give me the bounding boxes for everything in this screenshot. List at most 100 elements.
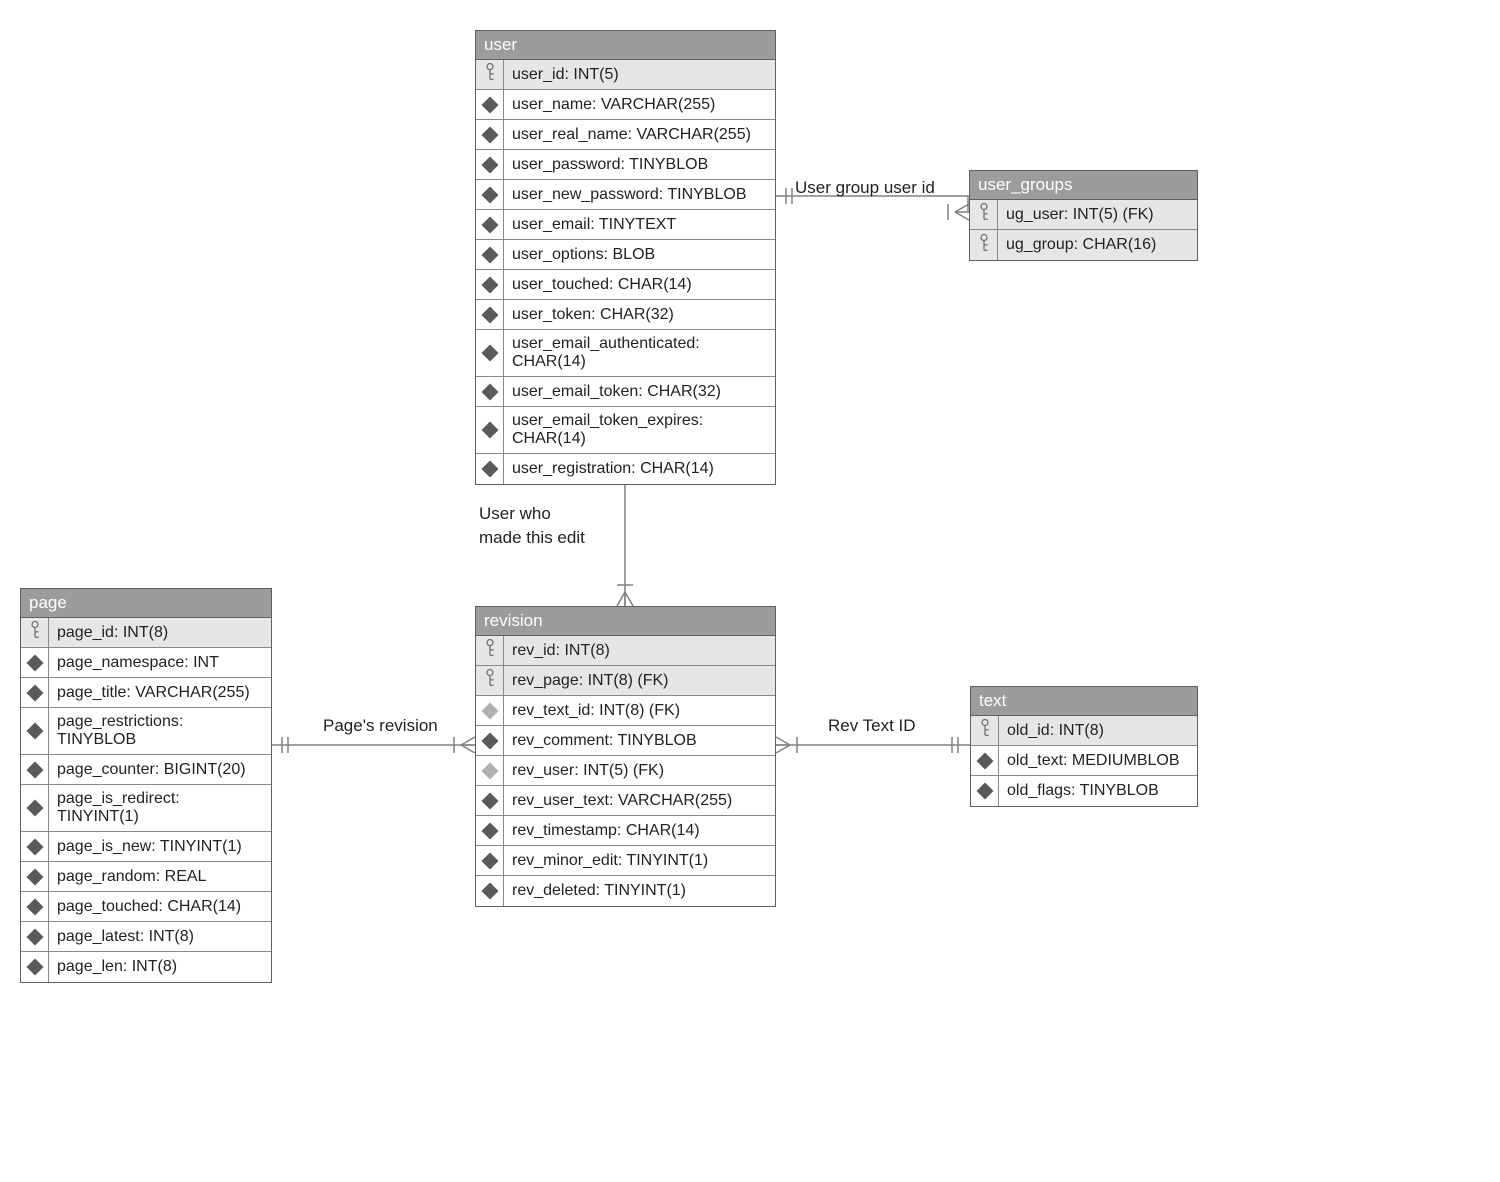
field-row: rev_comment: TINYBLOB [476,726,775,756]
entity-revision-header: revision [476,607,775,636]
diamond-icon [26,838,43,855]
field-label: user_token: CHAR(32) [504,300,775,329]
field-row: page_latest: INT(8) [21,922,271,952]
key-icon [28,620,42,640]
field-row: page_title: VARCHAR(255) [21,678,271,708]
field-row: page_is_new: TINYINT(1) [21,832,271,862]
attribute-icon-cell [476,786,504,815]
field-label: ug_user: INT(5) (FK) [998,200,1197,229]
diamond-icon [26,868,43,885]
field-label: rev_minor_edit: TINYINT(1) [504,846,775,875]
entity-user-header: user [476,31,775,60]
entity-page-header: page [21,589,271,618]
diamond-icon [481,822,498,839]
attribute-icon-cell [476,120,504,149]
diamond-icon [481,345,498,362]
diamond-icon [26,959,43,976]
entity-page-title: page [29,593,67,612]
attribute-icon-cell [476,210,504,239]
field-row: user_token: CHAR(32) [476,300,775,330]
diamond-icon [481,383,498,400]
attribute-icon-cell [476,846,504,875]
attribute-icon-cell [476,407,504,453]
field-row: page_id: INT(8) [21,618,271,648]
field-row: old_flags: TINYBLOB [971,776,1197,806]
field-label: page_id: INT(8) [49,618,271,647]
field-row: ug_user: INT(5) (FK) [970,200,1197,230]
diamond-icon [481,276,498,293]
field-row: rev_user_text: VARCHAR(255) [476,786,775,816]
attribute-icon-cell [476,300,504,329]
diamond-icon [26,898,43,915]
field-row: user_options: BLOB [476,240,775,270]
entity-user-groups-title: user_groups [978,175,1073,194]
diamond-icon [481,883,498,900]
key-icon-cell [476,60,504,89]
field-label: user_email_authenticated: CHAR(14) [504,330,775,376]
diamond-icon [481,762,498,779]
field-row: rev_user: INT(5) (FK) [476,756,775,786]
er-diagram-canvas: user user_id: INT(5)user_name: VARCHAR(2… [0,0,1500,1182]
field-label: page_latest: INT(8) [49,922,271,951]
entity-text-title: text [979,691,1006,710]
diamond-icon [481,156,498,173]
key-icon [977,202,991,222]
field-row: page_is_redirect: TINYINT(1) [21,785,271,832]
diamond-icon [976,752,993,769]
field-row: old_text: MEDIUMBLOB [971,746,1197,776]
attribute-icon-cell [476,150,504,179]
field-row: rev_deleted: TINYINT(1) [476,876,775,906]
key-icon-cell [970,230,998,260]
field-label: page_random: REAL [49,862,271,891]
diamond-icon [481,216,498,233]
field-row: user_email_token_expires: CHAR(14) [476,407,775,454]
field-row: user_registration: CHAR(14) [476,454,775,484]
key-icon [977,233,991,253]
field-row: user_email: TINYTEXT [476,210,775,240]
field-row: user_id: INT(5) [476,60,775,90]
entity-user-title: user [484,35,517,54]
field-row: user_new_password: TINYBLOB [476,180,775,210]
diamond-icon [481,461,498,478]
attribute-icon-cell [21,648,49,677]
field-label: old_text: MEDIUMBLOB [999,746,1197,775]
diamond-icon [481,126,498,143]
attribute-icon-cell [476,726,504,755]
field-label: rev_timestamp: CHAR(14) [504,816,775,845]
field-row: rev_page: INT(8) (FK) [476,666,775,696]
field-label: old_flags: TINYBLOB [999,776,1197,806]
key-icon [483,668,497,688]
field-row: page_counter: BIGINT(20) [21,755,271,785]
entity-page: page page_id: INT(8)page_namespace: INTp… [20,588,272,983]
field-label: user_email_token: CHAR(32) [504,377,775,406]
entity-revision: revision rev_id: INT(8)rev_page: INT(8) … [475,606,776,907]
diamond-icon [481,306,498,323]
field-label: rev_id: INT(8) [504,636,775,665]
field-label: page_title: VARCHAR(255) [49,678,271,707]
diamond-icon [481,792,498,809]
attribute-icon-cell [476,240,504,269]
field-label: user_name: VARCHAR(255) [504,90,775,119]
entity-text: text old_id: INT(8)old_text: MEDIUMBLOBo… [970,686,1198,807]
field-label: user_real_name: VARCHAR(255) [504,120,775,149]
field-label: page_counter: BIGINT(20) [49,755,271,784]
diamond-icon [481,96,498,113]
field-row: rev_minor_edit: TINYINT(1) [476,846,775,876]
field-label: page_is_new: TINYINT(1) [49,832,271,861]
diamond-icon [481,186,498,203]
field-label: rev_user: INT(5) (FK) [504,756,775,785]
field-row: page_restrictions: TINYBLOB [21,708,271,755]
field-label: page_restrictions: TINYBLOB [49,708,271,754]
attribute-icon-cell [476,180,504,209]
attribute-icon-cell [476,454,504,484]
diamond-icon [481,702,498,719]
attribute-icon-cell [476,377,504,406]
field-label: rev_user_text: VARCHAR(255) [504,786,775,815]
field-row: user_password: TINYBLOB [476,150,775,180]
entity-user-groups-header: user_groups [970,171,1197,200]
attribute-icon-cell [21,952,49,982]
field-row: user_email_token: CHAR(32) [476,377,775,407]
field-label: user_email: TINYTEXT [504,210,775,239]
field-row: user_real_name: VARCHAR(255) [476,120,775,150]
field-row: ug_group: CHAR(16) [970,230,1197,260]
